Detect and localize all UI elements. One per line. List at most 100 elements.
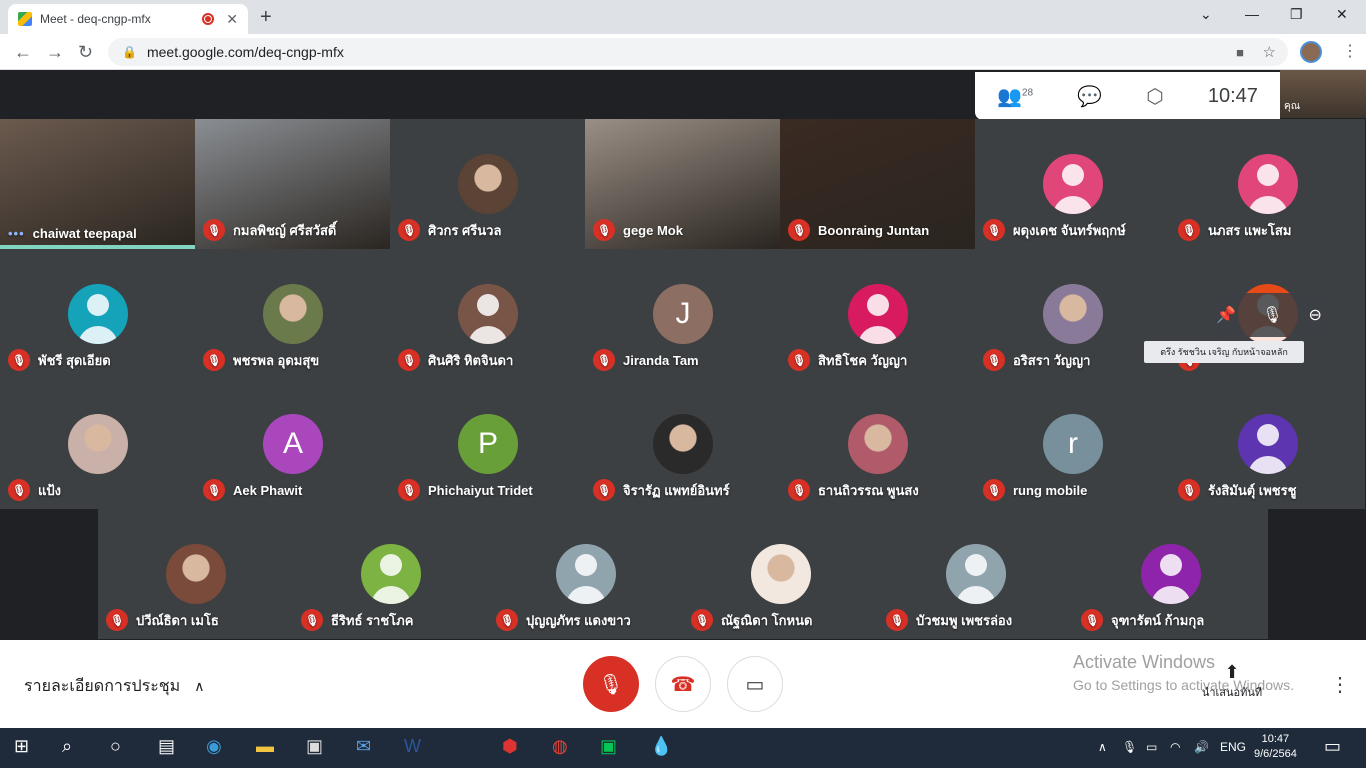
participant-avatar (946, 544, 1006, 604)
participant-tile[interactable]: 🎙 ธานถิวรรณ พูนสง (780, 379, 975, 509)
task-view-icon[interactable]: ▤ (158, 736, 175, 757)
battery-icon[interactable]: ▭ (1146, 740, 1157, 754)
remove-icon[interactable]: ⊖ (1309, 305, 1322, 325)
bookmark-star-icon[interactable]: ☆ (1263, 43, 1276, 61)
camera-toggle-button[interactable]: ▭ (727, 656, 783, 712)
participant-avatar: r (1043, 414, 1103, 474)
participant-name: Boonraing Juntan (818, 222, 930, 238)
chevron-up-icon: ∧ (194, 678, 205, 694)
muted-mic-icon: 🎙 (788, 349, 810, 371)
participant-tile[interactable]: 🎙 บัวชมพู เพชรล่อง (878, 509, 1073, 639)
participant-tile[interactable]: 🎙 ปวีณ์ธิดา เมโธ (98, 509, 293, 639)
meeting-details-button[interactable]: รายละเอียดการประชุม ∧ (24, 674, 204, 699)
file-explorer-icon[interactable]: ▬ (256, 736, 274, 757)
profile-avatar[interactable] (1300, 41, 1322, 63)
present-now-button[interactable]: ⬆ นำเสนอทันที (1197, 662, 1267, 701)
close-tab-icon[interactable]: ✕ (226, 11, 238, 28)
activities-icon[interactable]: ⬡ (1146, 84, 1163, 109)
chat-icon[interactable]: 💬 (1077, 84, 1102, 109)
participant-tile[interactable]: A 🎙 Aek Phawit (195, 379, 390, 509)
participant-tile[interactable]: 🎙 นภสร แพะโสม (1170, 119, 1365, 249)
mail-icon[interactable]: ✉ (356, 736, 371, 757)
participant-name-label: 🎙 Aek Phawit (203, 479, 302, 501)
muted-mic-icon: 🎙 (8, 349, 30, 371)
meeting-controls-bar: รายละเอียดการประชุม ∧ 🎙 ☎ ▭ Activate Wind… (0, 640, 1366, 728)
reload-icon[interactable]: ↻ (78, 42, 93, 63)
browser-tab-meet[interactable]: Meet - deq-cngp-mfx ✕ (8, 4, 248, 34)
more-options-icon[interactable]: ⋮ (1330, 672, 1350, 697)
drop-app-icon[interactable]: 💧 (650, 736, 672, 757)
tray-expand-icon[interactable]: ∧ (1098, 740, 1107, 754)
participant-tile[interactable]: ••• chaiwat teepapal (0, 119, 195, 249)
participant-tile[interactable]: 🎙 แป้ง (0, 379, 195, 509)
muted-mic-icon: 🎙 (203, 219, 225, 241)
participant-tile[interactable]: 🎙 Boonraing Juntan (780, 119, 975, 249)
new-tab-button[interactable]: + (260, 6, 272, 29)
participant-tile[interactable]: 🎙 gege Mok (585, 119, 780, 249)
participant-tile[interactable]: 🎙 พัชรี สุดเอียด (0, 249, 195, 379)
close-window-button[interactable]: ✕ (1336, 6, 1348, 23)
chrome-icon[interactable]: ◍ (552, 736, 568, 757)
participant-tile[interactable]: 🎙 พชรพล อุดมสุข (195, 249, 390, 379)
pin-tooltip: ตรึง รัชชวิน เจริญ กับหน้าจอหลัก (1144, 341, 1304, 363)
participant-tile[interactable]: 🎙 สิทธิโชค วัญญา (780, 249, 975, 379)
maximize-button[interactable]: ❐ (1290, 6, 1303, 23)
notifications-icon[interactable]: ▭ (1324, 736, 1341, 757)
minimize-button[interactable]: — (1245, 6, 1259, 22)
search-icon[interactable]: ⌕ (62, 736, 72, 757)
taskbar-clock[interactable]: 10:47 9/6/2564 (1254, 732, 1297, 762)
participant-tile[interactable]: 🎙 ณัฐณิดา โกหนด (683, 509, 878, 639)
participant-tile[interactable]: 🎙 ศิวกร ศรีนวล (390, 119, 585, 249)
tab-title: Meet - deq-cngp-mfx (40, 12, 151, 26)
participant-tile[interactable]: 🎙 กมลพิชญ์ ศรีสวัสดิ์ (195, 119, 390, 249)
participant-avatar (751, 544, 811, 604)
participant-tile[interactable]: 🎙 รังสิมันตุ์ เพชรชู (1170, 379, 1365, 509)
volume-icon[interactable]: 🔊 (1194, 740, 1209, 754)
mic-toggle-button[interactable]: 🎙 (583, 656, 639, 712)
participant-name: จิรารัฏ แพทย์อินทร์ (623, 482, 730, 498)
participant-tile[interactable]: J 🎙 Jiranda Tam (585, 249, 780, 379)
pin-icon[interactable]: 📌 (1216, 305, 1236, 325)
participant-tile[interactable]: 🎙 ศินศิริ หิตจินดา (390, 249, 585, 379)
store-icon[interactable]: ▣ (306, 736, 323, 757)
url-bar[interactable]: 🔒 meet.google.com/deq-cngp-mfx ■ ☆ (108, 38, 1288, 66)
cortana-icon[interactable]: ○ (110, 736, 121, 757)
windows-start-icon[interactable]: ⊞ (14, 736, 29, 757)
forward-icon[interactable]: → (46, 42, 64, 63)
participant-tile[interactable]: 🎙 ผดุงเดช จันทร์พฤกษ์ (975, 119, 1170, 249)
word-icon[interactable]: W (404, 736, 421, 757)
microphone-tray-icon[interactable]: 🎙 (1122, 740, 1137, 754)
participant-tile[interactable]: 🎙 จุฑารัตน์ ก้ามกุล (1073, 509, 1268, 639)
browser-menu-icon[interactable]: ⋮ (1342, 41, 1358, 61)
participant-name-label: 🎙 บัวชมพู เพชรล่อง (886, 609, 1012, 631)
participant-tile[interactable]: P 🎙 Phichaiyut Tridet (390, 379, 585, 509)
participant-name-label: 🎙 จุฑารัตน์ ก้ามกุล (1081, 609, 1204, 631)
language-indicator[interactable]: ENG (1220, 740, 1246, 754)
participant-tile[interactable]: 🎙 จิรารัฏ แพทย์อินทร์ (585, 379, 780, 509)
participant-tile[interactable]: 🎙 ปุญญภัทร แดงขาว (488, 509, 683, 639)
game-app-icon[interactable]: ⬢ (502, 736, 518, 757)
muted-mic-icon: 🎙 (301, 609, 323, 631)
leave-call-button[interactable]: ☎ (655, 656, 711, 712)
participant-name-label: 🎙 Phichaiyut Tridet (398, 479, 533, 501)
people-button[interactable]: 👥28 (997, 84, 1033, 109)
self-label: คุณ (1284, 101, 1300, 112)
self-view[interactable]: คุณ (1280, 70, 1366, 118)
people-count: 28 (1021, 86, 1034, 98)
participant-tile[interactable]: 🎙 ธีริทธ์ ราชโภค (293, 509, 488, 639)
participant-avatar: A (263, 414, 323, 474)
participant-name: Aek Phawit (233, 482, 303, 498)
avatar-initial: A (282, 427, 303, 460)
participant-tile[interactable]: r 🎙 rung mobile (975, 379, 1170, 509)
tab-search-icon[interactable]: ⌄ (1200, 6, 1212, 23)
wifi-icon[interactable]: ◠ (1170, 740, 1180, 754)
line-app-icon[interactable]: ▣ (600, 736, 617, 757)
participant-tile[interactable]: 🎙 อริสรา วัญญา (975, 249, 1170, 379)
participant-name: แป้ง (38, 482, 61, 498)
back-icon[interactable]: ← (14, 42, 32, 63)
participant-name: กมลพิชญ์ ศรีสวัสดิ์ (233, 222, 337, 238)
mute-icon[interactable]: 🎙 (1262, 305, 1282, 325)
edge-icon[interactable]: ◉ (206, 736, 222, 757)
camera-icon[interactable]: ■ (1236, 45, 1244, 60)
muted-mic-icon: 🎙 (788, 219, 810, 241)
